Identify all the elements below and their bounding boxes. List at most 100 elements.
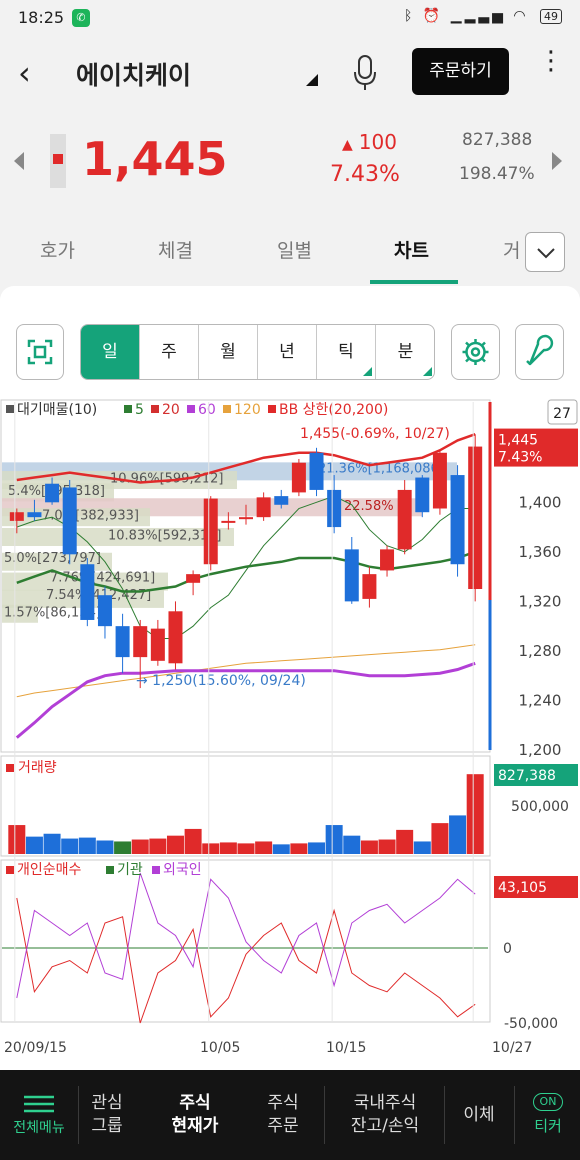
tab-trades[interactable]: 체결 xyxy=(158,236,193,263)
nav-stock-quote[interactable]: 주식 현재가 xyxy=(146,1070,244,1160)
candle-body xyxy=(9,512,24,521)
flow-axis-label: -50,000 xyxy=(504,1016,558,1032)
wifi-icon: ◠ xyxy=(513,8,529,24)
nav-balance[interactable]: 국내주식 잔고/손익 xyxy=(326,1070,444,1160)
volume-bar xyxy=(114,841,132,854)
nav-watchlist[interactable]: 관심 그룹 xyxy=(78,1070,136,1160)
nav-stock-quote-l1: 주식 xyxy=(179,1093,211,1113)
price-axis-label: 1,360 xyxy=(519,543,562,561)
tab-daily[interactable]: 일별 xyxy=(277,236,312,263)
candle-body xyxy=(45,483,60,503)
price-change: ▲ 100 xyxy=(342,130,397,154)
legend-item: 120 xyxy=(234,402,261,418)
microphone-icon[interactable] xyxy=(352,54,378,92)
trade-volume: 827,388 xyxy=(462,130,533,150)
legend-item: 대기매물(10) xyxy=(17,402,97,418)
last-volume-value: 827,388 xyxy=(498,768,556,784)
nav-watchlist-l1: 관심 xyxy=(91,1093,123,1113)
candle-body xyxy=(415,477,430,513)
candle-body xyxy=(397,489,412,550)
last-price-value: 1,445 xyxy=(498,433,538,449)
x-axis-label: 20/09/15 xyxy=(4,1040,67,1056)
ticker-toggle[interactable]: ON xyxy=(532,1092,564,1111)
stock-name[interactable]: 에이치케이 xyxy=(76,56,191,92)
nav-ticker[interactable]: ON 티커 xyxy=(516,1070,580,1160)
low-price-note: → 1,250(15.60%, 09/24) xyxy=(136,673,306,689)
price-panel: 1,445 ▲ 100 7.43% 827,388 198.47% xyxy=(0,112,580,224)
more-menu-icon[interactable]: ⋮ xyxy=(538,48,564,92)
order-button[interactable]: 주문하기 xyxy=(412,48,509,95)
nav-divider xyxy=(514,1086,515,1144)
candle-body xyxy=(168,611,183,664)
volume-bar xyxy=(272,844,290,854)
legend-swatch xyxy=(6,764,14,772)
candle-body xyxy=(432,452,447,509)
price-change-pct: 7.43% xyxy=(330,162,400,187)
tab-dropdown-button[interactable] xyxy=(525,232,565,272)
candle-body xyxy=(344,549,359,602)
legend-swatch xyxy=(223,405,231,413)
volume-bar xyxy=(96,840,114,854)
candle-body xyxy=(27,512,42,518)
volume-bar xyxy=(378,839,396,854)
period-tick-label: 틱 xyxy=(338,342,354,362)
candle-body xyxy=(309,452,324,490)
volume-bar xyxy=(184,828,202,854)
period-tick[interactable]: 틱 xyxy=(317,325,376,379)
price-chart[interactable]: 21.36%[1,168,086]10.96%[599,212]5.4%[295… xyxy=(0,398,580,1058)
period-week[interactable]: 주 xyxy=(140,325,199,379)
period-month[interactable]: 월 xyxy=(199,325,258,379)
period-minute[interactable]: 분 xyxy=(376,325,434,379)
nav-transfer[interactable]: 이체 xyxy=(446,1070,512,1160)
nav-stock-order-l2: 주문 xyxy=(267,1116,299,1136)
candle-body xyxy=(274,496,289,505)
prev-stock-icon[interactable] xyxy=(14,152,24,170)
tab-more[interactable]: 거 xyxy=(503,236,520,263)
candle-body xyxy=(203,498,218,565)
legend-swatch xyxy=(151,405,159,413)
stock-dropdown-icon[interactable] xyxy=(306,74,318,86)
candle-body xyxy=(133,626,148,658)
chart-settings-button[interactable] xyxy=(451,324,500,380)
volume-bar xyxy=(290,843,308,854)
nav-stock-order[interactable]: 주식 주문 xyxy=(244,1070,322,1160)
fullscreen-button[interactable] xyxy=(16,324,64,380)
price-axis-label: 1,400 xyxy=(519,493,562,511)
chevron-down-icon xyxy=(537,248,555,259)
legend-swatch xyxy=(106,866,114,874)
nav-watchlist-l2: 그룹 xyxy=(91,1116,123,1136)
nav-balance-l1: 국내주식 xyxy=(353,1093,417,1113)
x-axis-label: 10/15 xyxy=(326,1040,366,1056)
flow-legend-item: 개인순매수 xyxy=(17,862,82,878)
price-axis-label: 1,320 xyxy=(519,592,562,610)
legend-item: 20 xyxy=(162,402,180,418)
nav-transfer-l1: 이체 xyxy=(463,1104,495,1125)
volume-bar xyxy=(308,842,326,854)
legend-item: 5 xyxy=(135,402,144,418)
volume-bar xyxy=(466,774,484,854)
back-icon[interactable]: ‹ xyxy=(18,54,31,92)
tab-chart[interactable]: 차트 xyxy=(394,236,429,263)
gear-icon xyxy=(462,339,489,365)
period-day[interactable]: 일 xyxy=(81,325,140,379)
volume-bar xyxy=(25,836,43,854)
mini-candle-icon xyxy=(50,134,66,188)
chart-tools-button[interactable] xyxy=(515,324,564,380)
next-stock-icon[interactable] xyxy=(552,152,562,170)
volume-bar xyxy=(78,837,96,854)
candle-body xyxy=(327,489,342,528)
status-time: 18:25 xyxy=(18,8,65,27)
period-year[interactable]: 년 xyxy=(258,325,317,379)
volume-bar xyxy=(343,835,361,854)
battery-icon: 49 xyxy=(540,9,562,24)
candle-body xyxy=(291,462,306,493)
volume-bar xyxy=(202,843,220,854)
count-box-label: 27 xyxy=(553,406,571,422)
legend-item: 60 xyxy=(198,402,216,418)
tab-hoga[interactable]: 호가 xyxy=(40,236,75,263)
volume-bar xyxy=(131,839,149,854)
nav-stock-order-l1: 주식 xyxy=(267,1093,299,1113)
volume-axis-label: 500,000 xyxy=(511,799,569,815)
x-axis-label: 10/05 xyxy=(200,1040,240,1056)
nav-all-menu[interactable]: 전체메뉴 xyxy=(0,1070,78,1160)
